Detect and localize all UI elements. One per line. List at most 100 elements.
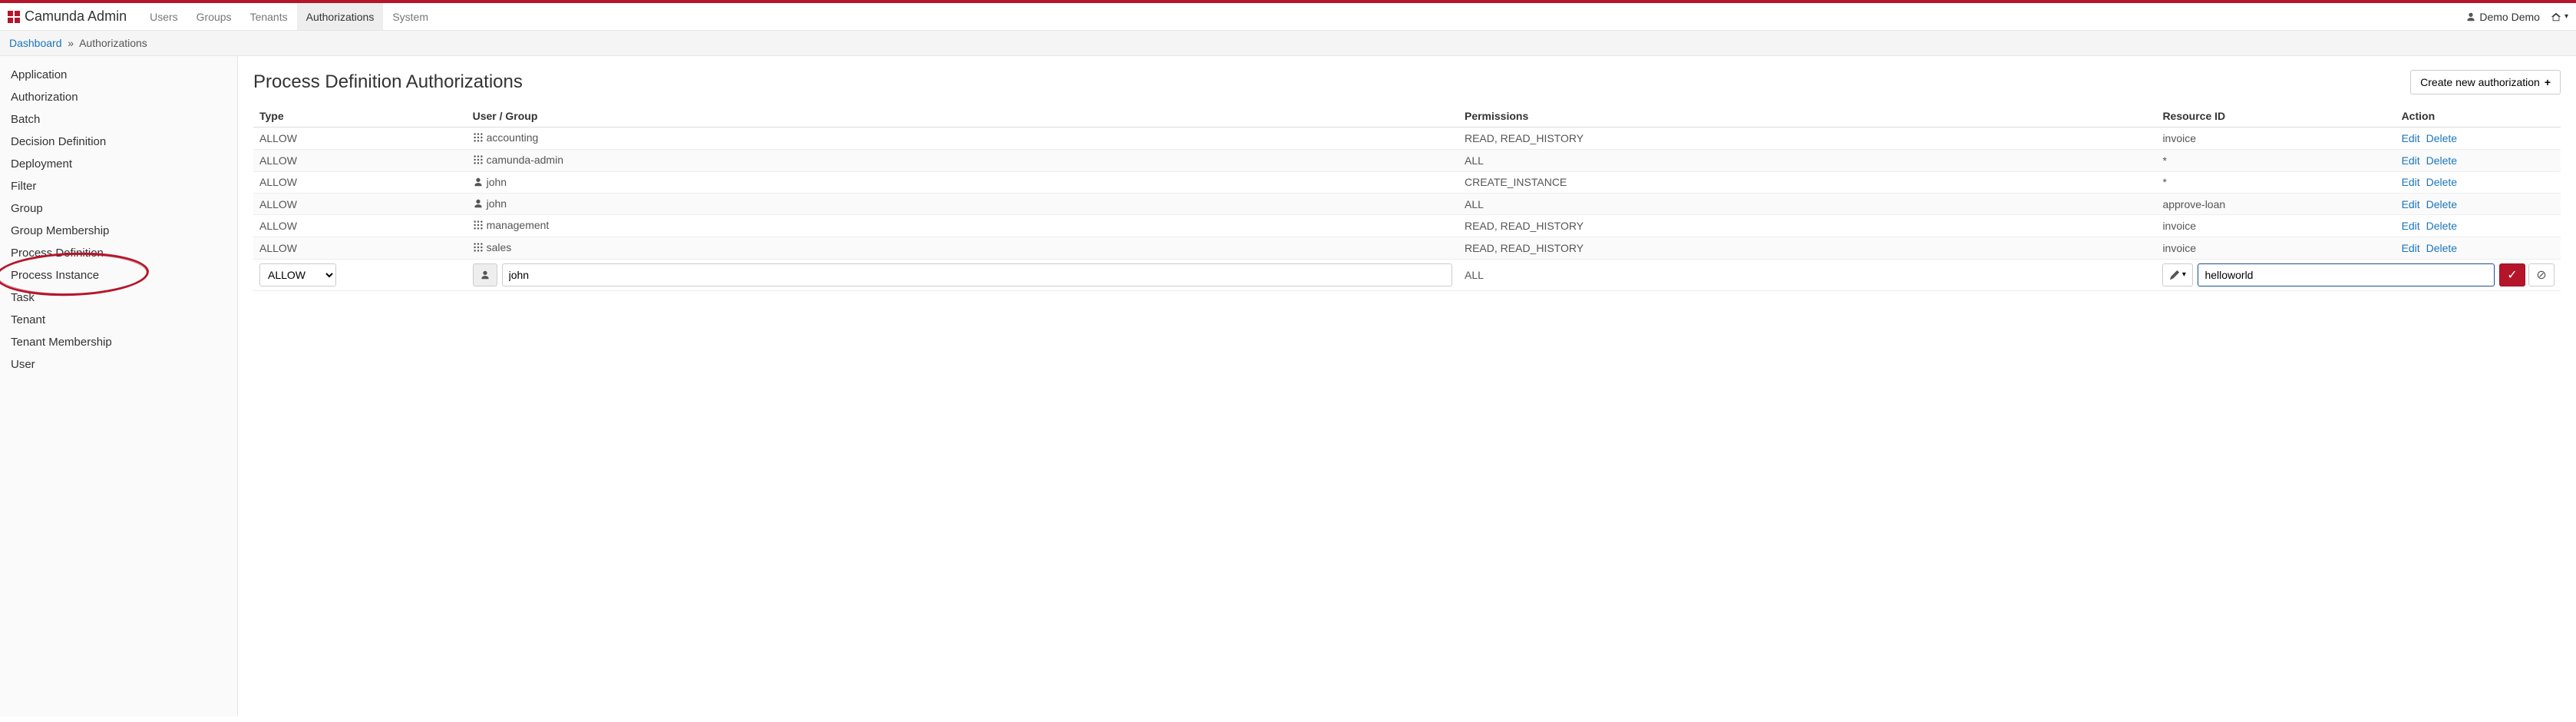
user-icon xyxy=(474,199,483,208)
cell-usergroup: accounting xyxy=(467,128,1458,150)
cell-actions: Edit Delete xyxy=(2396,128,2561,150)
cell-actions: Edit Delete xyxy=(2396,215,2561,237)
delete-link[interactable]: Delete xyxy=(2426,154,2457,167)
confirm-button[interactable]: ✓ xyxy=(2499,263,2525,286)
group-icon xyxy=(473,154,484,165)
brand-label: Camunda Admin xyxy=(25,8,127,25)
cell-usergroup: management xyxy=(467,215,1458,237)
cell-permissions: ALL xyxy=(1458,193,2156,214)
new-authorization-row: ALLOW ALL xyxy=(253,259,2561,290)
sidebar-item-batch[interactable]: Batch xyxy=(0,108,237,131)
nav-authorizations[interactable]: Authorizations xyxy=(297,3,384,30)
th-permissions: Permissions xyxy=(1458,105,2156,128)
brand[interactable]: Camunda Admin xyxy=(8,8,127,25)
sidebar-item-tenant[interactable]: Tenant xyxy=(0,309,237,331)
main-nav: Users Groups Tenants Authorizations Syst… xyxy=(140,3,438,30)
th-usergroup: User / Group xyxy=(467,105,1458,128)
sidebar-item-filter[interactable]: Filter xyxy=(0,175,237,197)
cell-actions: Edit Delete xyxy=(2396,171,2561,193)
sidebar-item-task[interactable]: Task xyxy=(0,286,237,309)
sidebar-item-process-instance[interactable]: Process Instance xyxy=(0,264,237,286)
nav-system[interactable]: System xyxy=(383,3,438,30)
create-authorization-button[interactable]: Create new authorization + xyxy=(2410,70,2561,94)
delete-link[interactable]: Delete xyxy=(2426,176,2457,188)
cell-resource-id: approve-loan xyxy=(2156,193,2395,214)
th-type: Type xyxy=(253,105,467,128)
main-content: Process Definition Authorizations Create… xyxy=(238,56,2576,717)
cell-resource-id: * xyxy=(2156,149,2395,171)
check-icon: ✓ xyxy=(2507,267,2517,283)
cell-actions: Edit Delete xyxy=(2396,193,2561,214)
sidebar-item-deployment[interactable]: Deployment xyxy=(0,153,237,175)
user-icon xyxy=(474,177,483,187)
cell-usergroup: camunda-admin xyxy=(467,149,1458,171)
edit-link[interactable]: Edit xyxy=(2402,242,2420,254)
pencil-icon xyxy=(2170,270,2179,280)
plus-icon: + xyxy=(2545,76,2551,88)
cell-usergroup: john xyxy=(467,171,1458,193)
new-usergroup-input[interactable] xyxy=(502,263,1452,286)
sidebar-item-tenant-membership[interactable]: Tenant Membership xyxy=(0,331,237,353)
new-permissions-edit-button[interactable]: ▾ xyxy=(2162,263,2193,286)
sidebar-item-user[interactable]: User xyxy=(0,353,237,376)
caret-down-icon: ▾ xyxy=(2564,12,2568,21)
authorizations-table: Type User / Group Permissions Resource I… xyxy=(253,105,2561,291)
cell-type: ALLOW xyxy=(253,128,467,150)
top-navbar: Camunda Admin Users Groups Tenants Autho… xyxy=(0,0,2576,31)
sidebar-item-decision-definition[interactable]: Decision Definition xyxy=(0,131,237,153)
table-row: ALLOWcamunda-adminALL*Edit Delete xyxy=(253,149,2561,171)
cell-resource-id: invoice xyxy=(2156,215,2395,237)
sidebar-item-group-membership[interactable]: Group Membership xyxy=(0,220,237,242)
cancel-button[interactable]: ⊘ xyxy=(2528,263,2555,286)
cell-usergroup: john xyxy=(467,193,1458,214)
edit-link[interactable]: Edit xyxy=(2402,220,2420,232)
breadcrumb-dashboard[interactable]: Dashboard xyxy=(9,37,62,49)
home-menu[interactable]: ▾ xyxy=(2551,12,2568,22)
new-permissions-cell: ALL xyxy=(1458,259,2156,290)
sidebar: Application Authorization Batch Decision… xyxy=(0,56,238,717)
breadcrumb-current: Authorizations xyxy=(79,37,147,49)
user-name: Demo Demo xyxy=(2479,11,2540,23)
cell-actions: Edit Delete xyxy=(2396,149,2561,171)
user-icon xyxy=(2466,12,2475,22)
cell-type: ALLOW xyxy=(253,237,467,259)
cell-resource-id: * xyxy=(2156,171,2395,193)
delete-link[interactable]: Delete xyxy=(2426,242,2457,254)
home-icon xyxy=(2551,12,2561,22)
table-row: ALLOWaccountingREAD, READ_HISTORYinvoice… xyxy=(253,128,2561,150)
cell-type: ALLOW xyxy=(253,193,467,214)
delete-link[interactable]: Delete xyxy=(2426,220,2457,232)
sidebar-item-group[interactable]: Group xyxy=(0,197,237,220)
cell-resource-id: invoice xyxy=(2156,237,2395,259)
group-icon xyxy=(473,242,484,253)
delete-link[interactable]: Delete xyxy=(2426,198,2457,210)
edit-link[interactable]: Edit xyxy=(2402,176,2420,188)
user-menu[interactable]: Demo Demo ▾ xyxy=(2466,11,2568,23)
cell-permissions: READ, READ_HISTORY xyxy=(1458,215,2156,237)
nav-users[interactable]: Users xyxy=(140,3,187,30)
cell-permissions: CREATE_INSTANCE xyxy=(1458,171,2156,193)
edit-link[interactable]: Edit xyxy=(2402,154,2420,167)
cell-type: ALLOW xyxy=(253,215,467,237)
cell-usergroup: sales xyxy=(467,237,1458,259)
new-usergroup-type-toggle[interactable] xyxy=(473,263,497,286)
sidebar-item-process-definition[interactable]: Process Definition xyxy=(0,242,237,264)
cell-permissions: READ, READ_HISTORY xyxy=(1458,237,2156,259)
group-icon xyxy=(473,132,484,143)
edit-link[interactable]: Edit xyxy=(2402,198,2420,210)
cell-actions: Edit Delete xyxy=(2396,237,2561,259)
sidebar-item-authorization[interactable]: Authorization xyxy=(0,86,237,108)
delete-link[interactable]: Delete xyxy=(2426,132,2457,144)
table-row: ALLOWmanagementREAD, READ_HISTORYinvoice… xyxy=(253,215,2561,237)
table-row: ALLOWsalesREAD, READ_HISTORYinvoiceEdit … xyxy=(253,237,2561,259)
sidebar-item-application[interactable]: Application xyxy=(0,64,237,86)
group-icon xyxy=(473,220,484,230)
nav-groups[interactable]: Groups xyxy=(187,3,241,30)
edit-link[interactable]: Edit xyxy=(2402,132,2420,144)
cell-permissions: READ, READ_HISTORY xyxy=(1458,128,2156,150)
new-type-select[interactable]: ALLOW xyxy=(259,263,336,286)
nav-tenants[interactable]: Tenants xyxy=(241,3,297,30)
table-row: ALLOWjohnCREATE_INSTANCE*Edit Delete xyxy=(253,171,2561,193)
new-resource-id-input[interactable] xyxy=(2198,263,2495,286)
cell-type: ALLOW xyxy=(253,171,467,193)
